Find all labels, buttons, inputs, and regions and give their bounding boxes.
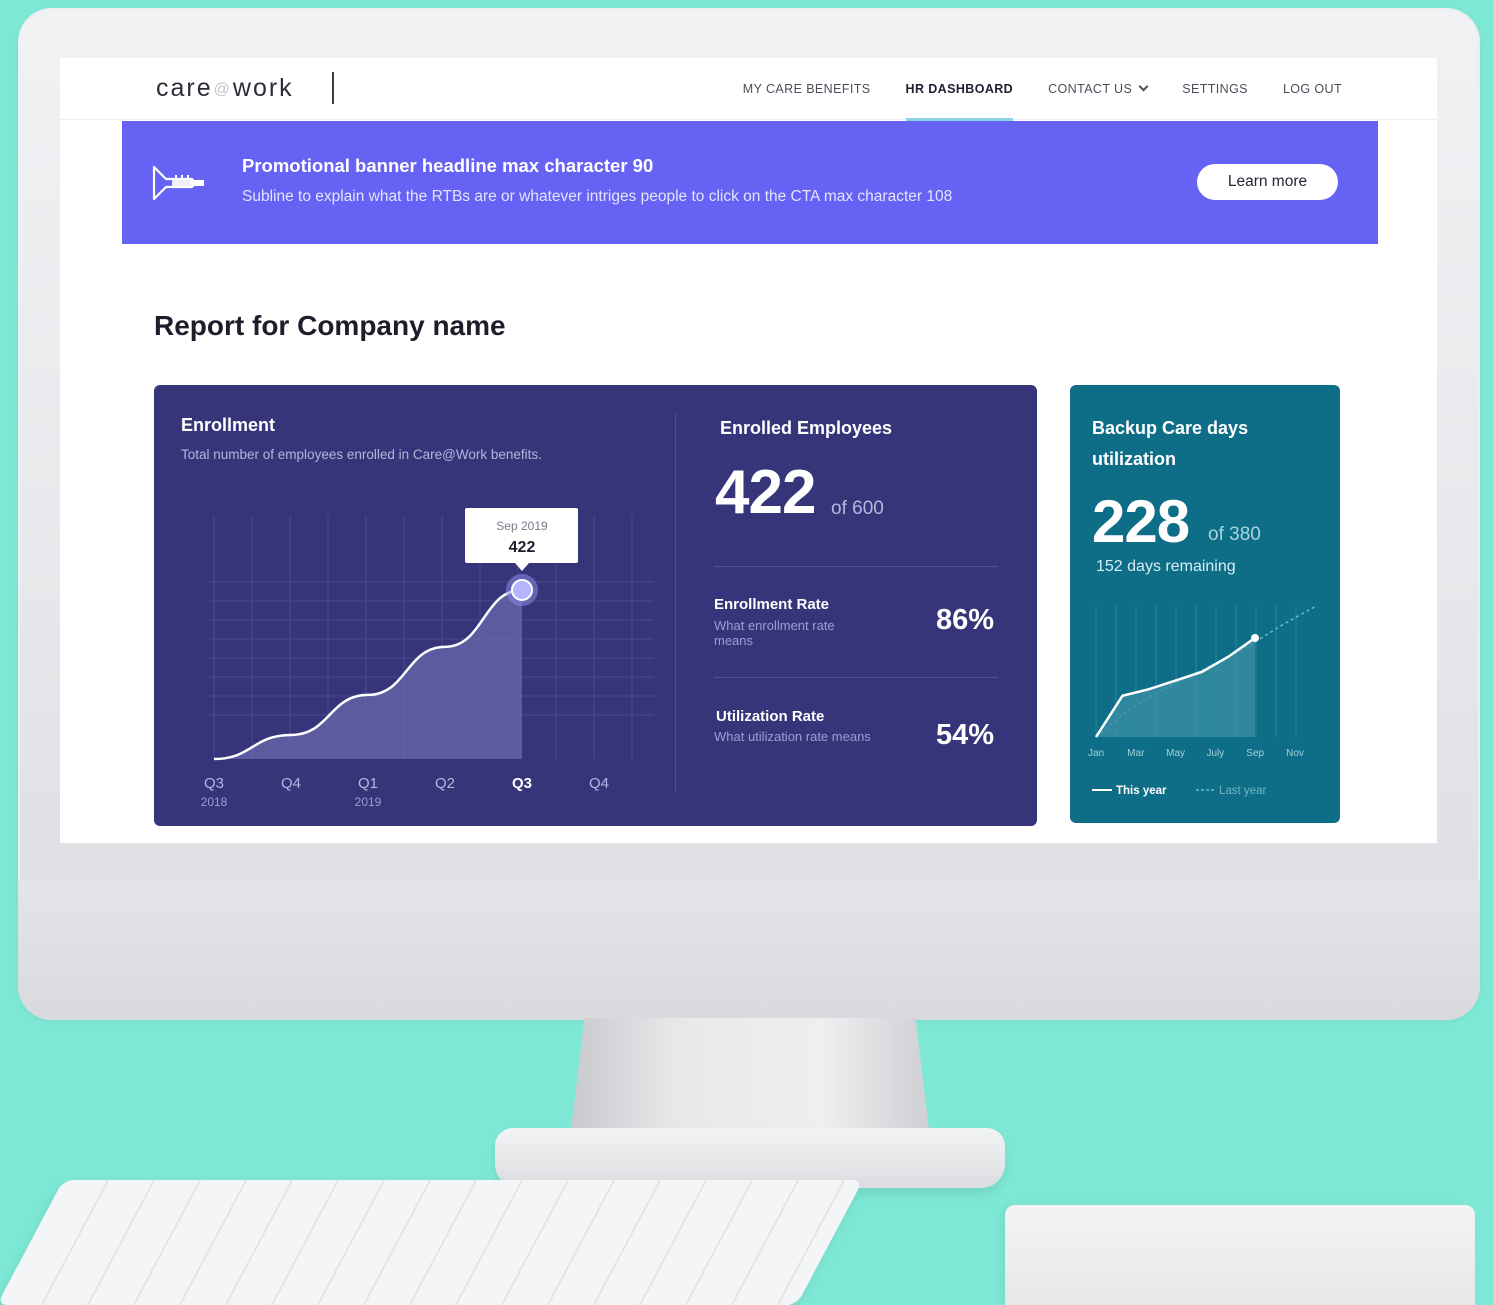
x-tick-label: Mar — [1127, 748, 1145, 759]
end-point — [1251, 633, 1259, 642]
promo-banner: Promotional banner headline max characte… — [122, 121, 1378, 244]
area-fill — [214, 590, 522, 759]
backup-care-remaining: 152 days remaining — [1096, 558, 1236, 575]
logo-divider — [332, 72, 334, 104]
utilization-rate-desc: What utilization rate means — [714, 729, 871, 744]
highlight-point — [511, 579, 533, 601]
nav-label: HR DASHBOARD — [905, 82, 1014, 96]
x-tick-label: Q3 — [512, 775, 532, 792]
nav-menu: MY CARE BENEFITS HR DASHBOARD CONTACT US… — [743, 58, 1342, 121]
trackpad — [1005, 1205, 1475, 1305]
utilization-rate-label: Utilization Rate — [716, 708, 825, 725]
nav-label: LOG OUT — [1282, 82, 1342, 96]
x-tick-label: Q4 — [589, 775, 609, 792]
top-navigation: care@work MY CARE BENEFITS HR DASHBOARD … — [60, 58, 1437, 121]
divider — [714, 566, 998, 567]
monitor-chin — [18, 880, 1480, 1020]
enrolled-employees-value: 422 — [715, 458, 816, 527]
keyboard — [0, 1180, 864, 1305]
backup-care-title: Backup Care days utilization — [1092, 418, 1249, 469]
tooltip-pointer — [515, 563, 529, 571]
x-tick-label: Q4 — [281, 775, 301, 792]
nav-label: SETTINGS — [1182, 82, 1248, 96]
divider — [714, 677, 998, 678]
banner-headline: Promotional banner headline max characte… — [242, 155, 654, 176]
backup-care-value: 228 — [1092, 488, 1190, 555]
x-tick-label: May — [1166, 748, 1185, 759]
monitor-base — [495, 1128, 1005, 1188]
enrollment-rate-value: 86% — [936, 604, 995, 636]
backup-care-card: Jan Mar May July Sep Nov This year Last year Ba… — [1070, 385, 1340, 823]
chevron-down-icon — [1138, 81, 1149, 92]
enrollment-subtitle: Total number of employees enrolled in Ca… — [181, 447, 542, 462]
x-tick-label: July — [1207, 748, 1225, 759]
nav-label: MY CARE BENEFITS — [742, 82, 871, 96]
enrolled-employees-title: Enrolled Employees — [720, 418, 893, 438]
learn-more-button[interactable]: Learn more — [1197, 164, 1338, 200]
x-tick-label: Sep — [1246, 748, 1264, 759]
enrollment-rate-desc: What enrollment rate means — [714, 618, 835, 648]
page-title: Report for Company name — [154, 310, 506, 341]
x-tick-sublabel: 2018 — [201, 795, 228, 809]
enrollment-title: Enrollment — [181, 415, 276, 435]
enrollment-rate-label: Enrollment Rate — [714, 596, 830, 613]
enrolled-employees-total: of 600 — [831, 498, 884, 519]
nav-item-my-care-benefits[interactable]: MY CARE BENEFITS — [743, 58, 871, 120]
utilization-rate-value: 54% — [936, 719, 995, 751]
x-tick-label: Q3 — [204, 775, 224, 792]
screen: care@work MY CARE BENEFITS HR DASHBOARD … — [60, 58, 1437, 843]
logo[interactable]: care@work — [156, 74, 294, 103]
banner-subline: Subline to explain what the RTBs are or … — [242, 188, 953, 205]
logo-at: @ — [213, 81, 232, 98]
monitor-stand — [570, 1018, 930, 1138]
nav-item-contact-us[interactable]: CONTACT US — [1048, 58, 1149, 120]
x-tick-label: Q2 — [435, 775, 455, 792]
logo-text-right: work — [232, 74, 294, 102]
card-divider — [675, 413, 676, 793]
legend-label-this-year: This year — [1116, 785, 1167, 797]
nav-item-settings[interactable]: SETTINGS — [1182, 58, 1248, 120]
x-tick-label: Q1 — [358, 775, 378, 792]
x-tick-label: Nov — [1286, 748, 1304, 759]
tooltip-value: 422 — [509, 539, 536, 556]
tooltip-date: Sep 2019 — [496, 519, 548, 533]
nav-item-log-out[interactable]: LOG OUT — [1283, 58, 1342, 120]
backup-care-total: of 380 — [1208, 524, 1261, 545]
nav-label: CONTACT US — [1048, 82, 1133, 96]
x-tick-sublabel: 2019 — [355, 795, 382, 809]
enrollment-card: Sep 2019 422 Q3 2018 Q4 Q1 2019 Q2 Q3 Q4 Enrollme… — [154, 385, 1037, 826]
nav-item-hr-dashboard[interactable]: HR DASHBOARD — [905, 58, 1014, 121]
trumpet-icon — [152, 165, 204, 201]
x-tick-label: Jan — [1088, 748, 1104, 759]
logo-text-left: care — [156, 74, 213, 102]
legend-label-last-year: Last year — [1219, 785, 1266, 797]
